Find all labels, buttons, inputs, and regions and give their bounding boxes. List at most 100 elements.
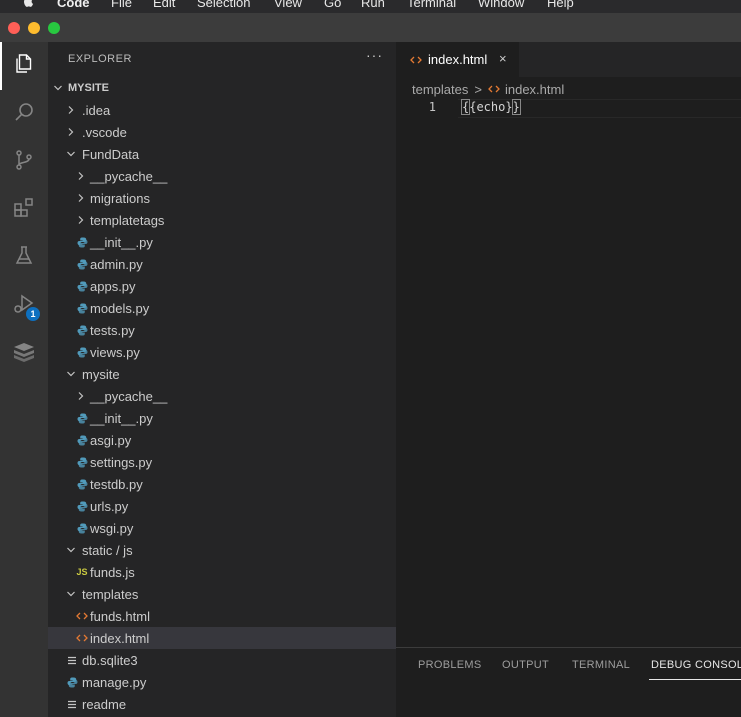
tree-folder[interactable]: templates bbox=[48, 583, 396, 605]
tree-file[interactable]: wsgi.py bbox=[48, 517, 396, 539]
html-file-icon bbox=[75, 608, 89, 624]
python-file-icon bbox=[75, 344, 89, 360]
tree-item-label: views.py bbox=[90, 344, 140, 360]
tree-file[interactable]: __init__.py bbox=[48, 407, 396, 429]
close-window-button[interactable] bbox=[8, 22, 20, 34]
tree-folder[interactable]: static / js bbox=[48, 539, 396, 561]
close-tab-icon[interactable]: × bbox=[499, 51, 507, 66]
tree-root-label: MYSITE bbox=[68, 82, 109, 94]
tree-item-label: __pycache__ bbox=[90, 388, 168, 404]
python-file-icon bbox=[75, 498, 89, 514]
minimize-window-button[interactable] bbox=[28, 22, 40, 34]
explorer-activity-button[interactable] bbox=[0, 42, 48, 90]
menu-selection[interactable]: Selection bbox=[197, 0, 250, 10]
menu-window[interactable]: Window bbox=[478, 0, 524, 10]
breadcrumb-folder[interactable]: templates bbox=[412, 82, 468, 97]
active-tab-indicator bbox=[649, 679, 741, 680]
html-file-icon bbox=[409, 52, 423, 68]
tree-item-label: manage.py bbox=[82, 674, 147, 690]
js-file-icon: JS bbox=[76, 567, 88, 577]
tree-folder[interactable]: .idea bbox=[48, 99, 396, 121]
tree-root-folder[interactable]: MYSITE bbox=[48, 77, 396, 99]
zoom-window-button[interactable] bbox=[48, 22, 60, 34]
tab-index-html[interactable]: index.html × bbox=[396, 42, 519, 77]
extensions-icon bbox=[12, 196, 36, 225]
tree-file[interactable]: funds.html bbox=[48, 605, 396, 627]
menu-edit[interactable]: Edit bbox=[153, 0, 175, 10]
tree-file[interactable]: testdb.py bbox=[48, 473, 396, 495]
tree-file[interactable]: apps.py bbox=[48, 275, 396, 297]
menu-terminal[interactable]: Terminal bbox=[407, 0, 456, 10]
chevron-right-icon bbox=[66, 124, 76, 140]
files-icon bbox=[12, 52, 36, 81]
tree-folder[interactable]: migrations bbox=[48, 187, 396, 209]
source-control-activity-button[interactable] bbox=[0, 138, 48, 186]
tree-file[interactable]: views.py bbox=[48, 341, 396, 363]
more-actions-icon[interactable]: ··· bbox=[366, 47, 383, 63]
tree-folder[interactable]: mysite bbox=[48, 363, 396, 385]
tree-file[interactable]: manage.py bbox=[48, 671, 396, 693]
database-activity-button[interactable] bbox=[0, 330, 48, 378]
panel-tab-debug-console[interactable]: DEBUG CONSOLE bbox=[651, 659, 741, 671]
tree-file[interactable]: urls.py bbox=[48, 495, 396, 517]
panel-tab-output[interactable]: OUTPUT bbox=[502, 659, 549, 671]
menu-view[interactable]: View bbox=[274, 0, 302, 10]
code-line[interactable]: {{echo}} bbox=[460, 99, 521, 115]
python-file-icon bbox=[75, 476, 89, 492]
search-icon bbox=[12, 100, 36, 129]
tree-item-label: templatetags bbox=[90, 212, 165, 228]
chevron-right-icon bbox=[76, 168, 86, 184]
tree-item-label: .idea bbox=[82, 102, 111, 118]
file-tree: MYSITE .idea .vscode FundData __pycache__ mi… bbox=[48, 77, 396, 715]
python-file-icon bbox=[75, 432, 89, 448]
tree-file[interactable]: __init__.py bbox=[48, 231, 396, 253]
menu-go[interactable]: Go bbox=[324, 0, 341, 10]
tree-file[interactable]: tests.py bbox=[48, 319, 396, 341]
menu-app-name[interactable]: Code bbox=[57, 0, 90, 10]
tree-folder[interactable]: __pycache__ bbox=[48, 385, 396, 407]
tree-folder[interactable]: FundData bbox=[48, 143, 396, 165]
search-activity-button[interactable] bbox=[0, 90, 48, 138]
python-file-icon bbox=[65, 674, 79, 690]
menu-help[interactable]: Help bbox=[547, 0, 574, 10]
database-icon bbox=[11, 340, 37, 369]
html-file-icon bbox=[488, 84, 500, 94]
text-file-icon bbox=[65, 696, 79, 712]
tree-item-label: settings.py bbox=[90, 454, 153, 470]
breadcrumb: templates > index.html bbox=[412, 80, 564, 98]
tree-file[interactable]: asgi.py bbox=[48, 429, 396, 451]
panel-tab-problems[interactable]: PROBLEMS bbox=[418, 659, 482, 671]
tree-item-label: .vscode bbox=[82, 124, 127, 140]
menu-run[interactable]: Run bbox=[361, 0, 385, 10]
testing-activity-button[interactable] bbox=[0, 234, 48, 282]
tree-item-label: funds.html bbox=[90, 608, 150, 624]
explorer-sidebar: EXPLORER ··· MYSITE .idea .vscode FundData… bbox=[48, 42, 396, 717]
tree-folder[interactable]: templatetags bbox=[48, 209, 396, 231]
panel-tab-terminal[interactable]: TERMINAL bbox=[572, 659, 630, 671]
tab-label: index.html bbox=[428, 52, 488, 67]
editor-area[interactable] bbox=[396, 77, 741, 647]
chevron-down-icon bbox=[66, 542, 76, 558]
tree-folder[interactable]: .vscode bbox=[48, 121, 396, 143]
menu-file[interactable]: File bbox=[111, 0, 132, 10]
tree-file[interactable]: db.sqlite3 bbox=[48, 649, 396, 671]
apple-icon[interactable] bbox=[22, 0, 36, 8]
editor-tab-bar: index.html × bbox=[396, 42, 741, 77]
tree-folder[interactable]: __pycache__ bbox=[48, 165, 396, 187]
breadcrumb-file[interactable]: index.html bbox=[505, 82, 564, 97]
tree-file[interactable]: JS funds.js bbox=[48, 561, 396, 583]
tree-file[interactable]: index.html bbox=[48, 627, 396, 649]
python-file-icon bbox=[75, 520, 89, 536]
tree-file[interactable]: readme bbox=[48, 693, 396, 715]
tree-item-label: db.sqlite3 bbox=[82, 652, 138, 668]
tree-item-label: asgi.py bbox=[90, 432, 132, 448]
extensions-activity-button[interactable] bbox=[0, 186, 48, 234]
tree-file[interactable]: settings.py bbox=[48, 451, 396, 473]
run-debug-activity-button[interactable] bbox=[0, 282, 48, 330]
tree-file[interactable]: models.py bbox=[48, 297, 396, 319]
tree-file[interactable]: admin.py bbox=[48, 253, 396, 275]
python-file-icon bbox=[75, 234, 89, 250]
python-file-icon bbox=[75, 410, 89, 426]
explorer-title: EXPLORER bbox=[68, 53, 132, 65]
breadcrumb-separator: > bbox=[474, 81, 482, 97]
